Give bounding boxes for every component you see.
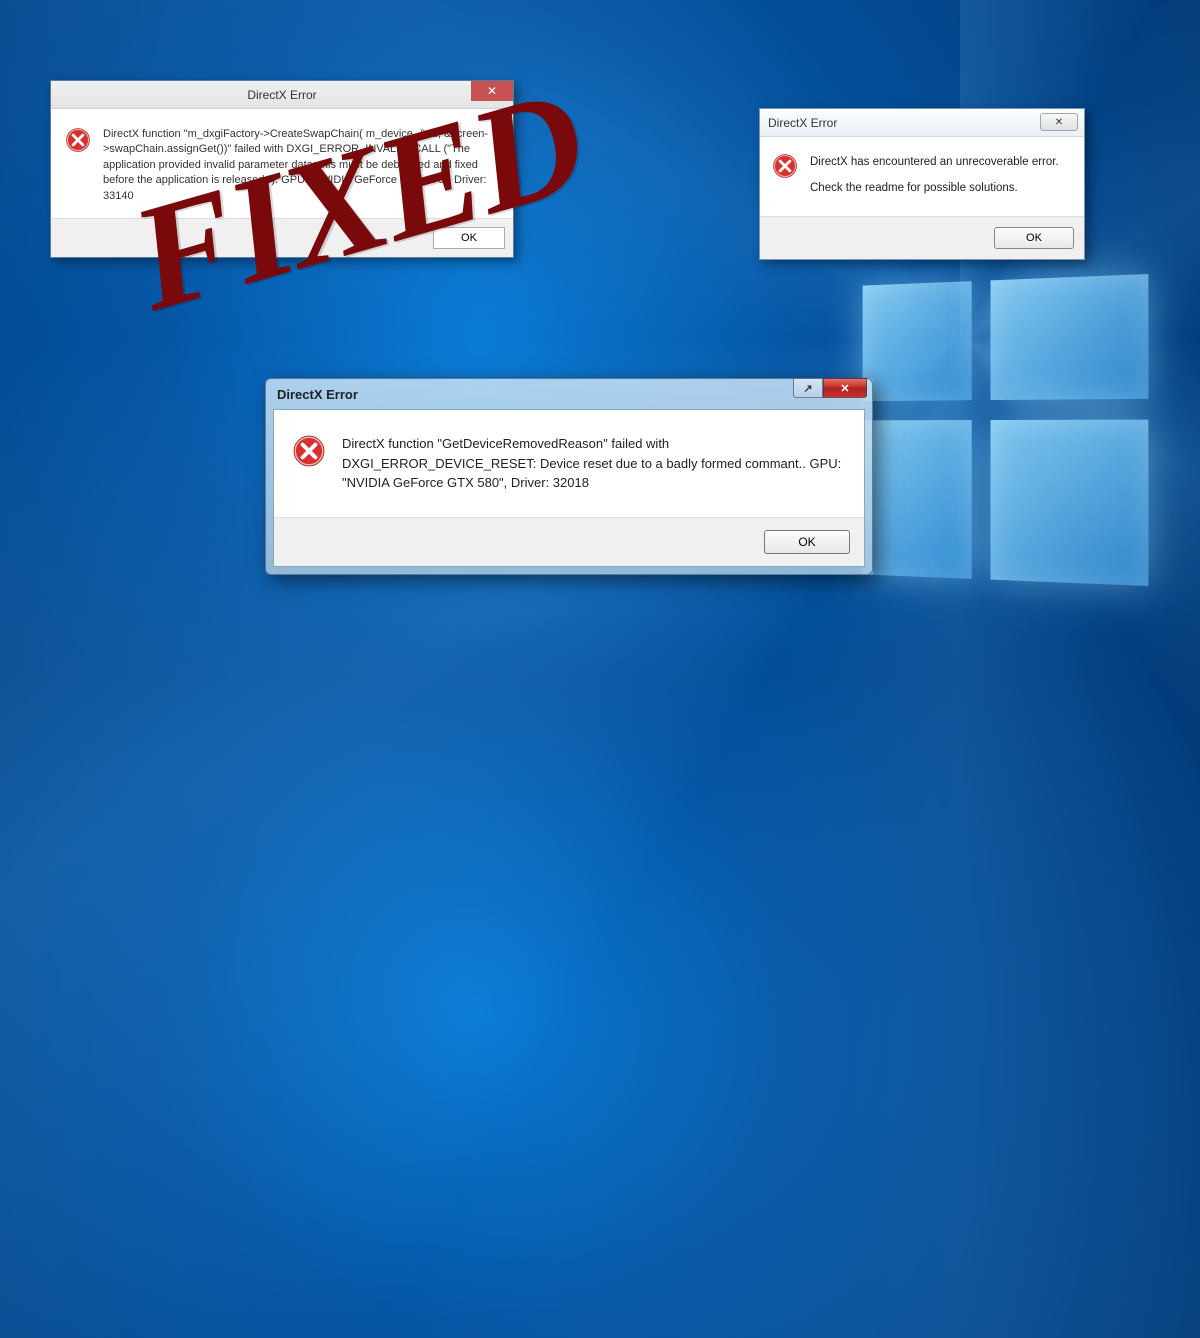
windows-logo [863, 274, 1149, 586]
close-button[interactable]: ✕ [471, 81, 513, 101]
error-dialog-1: DirectX Error ✕ DirectX function "m_dxgi… [50, 80, 514, 258]
error-icon [772, 153, 798, 198]
help-button[interactable]: ↗ [793, 378, 823, 398]
error-message: DirectX function "m_dxgiFactory->CreateS… [103, 127, 499, 204]
dialog-footer: OK [760, 216, 1084, 259]
ok-button[interactable]: OK [994, 227, 1074, 249]
error-dialog-3: DirectX Error ↗ ✕ DirectX [265, 378, 873, 575]
dialog-title: DirectX Error [247, 88, 316, 102]
close-button[interactable]: ✕ [823, 378, 867, 398]
titlebar[interactable]: DirectX Error ↗ ✕ [273, 379, 865, 409]
error-message-line2: Check the readme for possible solutions. [810, 179, 1059, 197]
error-message-line1: DirectX has encountered an unrecoverable… [810, 153, 1059, 171]
titlebar[interactable]: DirectX Error ✕ [51, 81, 513, 109]
titlebar[interactable]: DirectX Error ✕ [760, 109, 1084, 137]
error-icon [65, 127, 91, 204]
ok-button[interactable]: OK [764, 530, 850, 554]
close-icon: ✕ [1055, 117, 1063, 128]
dialog-title: DirectX Error [277, 387, 358, 402]
dialog-title: DirectX Error [768, 116, 837, 130]
close-button[interactable]: ✕ [1040, 113, 1078, 131]
close-icon: ✕ [487, 84, 497, 98]
error-dialog-2: DirectX Error ✕ DirectX has encountered … [759, 108, 1085, 260]
help-icon: ↗ [803, 382, 812, 395]
error-message: DirectX function "GetDeviceRemovedReason… [342, 434, 846, 493]
ok-button[interactable]: OK [433, 227, 505, 249]
error-message: DirectX has encountered an unrecoverable… [810, 153, 1059, 198]
dialog-footer: OK [51, 218, 513, 257]
error-icon [292, 434, 326, 493]
close-icon: ✕ [840, 382, 849, 395]
dialog-footer: OK [274, 517, 864, 566]
